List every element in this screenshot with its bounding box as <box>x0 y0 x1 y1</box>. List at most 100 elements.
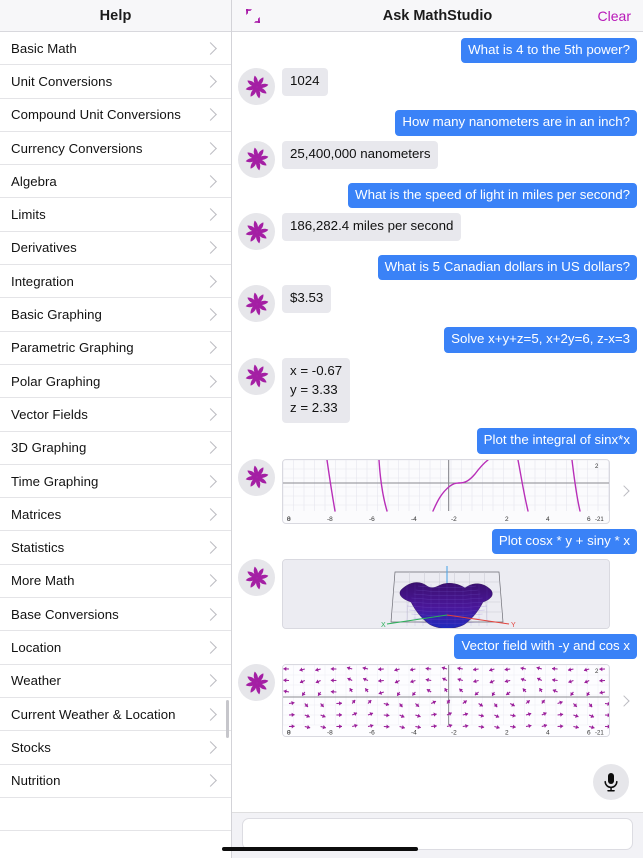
sidebar-empty-row <box>0 797 231 832</box>
bot-message-bubble[interactable]: 186,282.4 miles per second <box>282 213 462 241</box>
sidebar-item-more-math[interactable]: More Math <box>0 564 231 599</box>
svg-text:2: 2 <box>505 516 509 523</box>
sidebar-item-label: Limits <box>11 207 46 223</box>
expand-collapse-diagonal-icon[interactable] <box>244 6 266 26</box>
user-message-bubble[interactable]: What is 5 Canadian dollars in US dollars… <box>377 255 637 281</box>
surface-plot-card[interactable]: XY <box>282 559 610 630</box>
mathstudio-avatar-icon <box>238 357 275 395</box>
svg-text:-8: -8 <box>327 516 333 523</box>
mathstudio-avatar-icon <box>238 285 275 323</box>
sidebar-item-weather[interactable]: Weather <box>0 664 231 698</box>
user-message-bubble[interactable]: Plot cosx * y + siny * x <box>491 528 637 555</box>
sidebar-item-label: Algebra <box>11 173 57 189</box>
sidebar-item-label: Unit Conversions <box>11 73 113 89</box>
chevron-right-icon <box>204 574 217 588</box>
sidebar-item-vector-fields[interactable]: Vector Fields <box>0 398 231 432</box>
chevron-right-icon <box>204 541 217 554</box>
sidebar-item-label: Statistics <box>11 540 65 556</box>
sidebar-item-compound-unit-conversions[interactable]: Compound Unit Conversions <box>0 98 231 132</box>
sidebar-item-matrices[interactable]: Matrices <box>0 498 231 532</box>
sidebar-item-label: Weather <box>11 673 61 689</box>
chevron-right-icon <box>204 75 217 88</box>
mathstudio-avatar-icon <box>238 458 275 496</box>
sidebar-item-nutrition[interactable]: Nutrition <box>0 764 231 798</box>
integral-plot-card[interactable]: 0 -8 -6 -4 -2 2 4 6 8 2 -21 <box>282 458 610 524</box>
sidebar-list: Basic Math Unit Conversions Compound Unit … <box>0 32 231 858</box>
bot-message-row: XY <box>238 559 639 630</box>
svg-text:Y: Y <box>511 622 516 629</box>
sidebar-item-limits[interactable]: Limits <box>0 198 231 232</box>
sidebar-item-label: Location <box>11 639 62 655</box>
user-message-row: Plot cosx * y + siny * x <box>238 528 639 555</box>
bot-message-row: 1024 <box>238 68 639 106</box>
sidebar-item-3d-graphing[interactable]: 3D Graphing <box>0 431 231 465</box>
sidebar-header: Help <box>0 0 231 32</box>
sidebar-item-currency-conversions[interactable]: Currency Conversions <box>0 131 231 166</box>
sidebar-scrollbar[interactable] <box>226 700 229 738</box>
sidebar-item-label: Polar Graphing <box>11 373 101 389</box>
svg-text:6: 6 <box>587 516 591 523</box>
sidebar-item-label: Integration <box>11 273 74 289</box>
svg-text:-6: -6 <box>369 730 375 737</box>
chevron-right-icon <box>204 374 217 388</box>
user-message-row: Plot the integral of sinx*x <box>238 428 639 454</box>
plot-result: XY <box>282 559 639 630</box>
chevron-right-icon[interactable] <box>618 485 630 497</box>
sidebar-item-stocks[interactable]: Stocks <box>0 731 231 765</box>
bot-message-bubble[interactable]: 1024 <box>282 68 328 97</box>
sidebar-item-label: Matrices <box>11 506 62 522</box>
sidebar-item-current-weather-location[interactable]: Current Weather & Location <box>0 697 231 732</box>
chevron-right-icon <box>204 507 217 521</box>
chevron-right-icon[interactable] <box>618 695 630 707</box>
bot-message-row: 186,282.4 miles per second <box>238 213 639 251</box>
vector-field-plot-card[interactable]: 0 -8 -6 -4 -2 2 4 6 8 2 -21 <box>282 664 610 738</box>
svg-text:-2: -2 <box>451 730 457 737</box>
bot-message-bubble[interactable]: 25,400,000 nanometers <box>282 140 439 169</box>
sidebar-item-base-conversions[interactable]: Base Conversions <box>0 598 231 632</box>
user-message-bubble[interactable]: What is the speed of light in miles per … <box>348 182 637 209</box>
plot-result: 0 -8 -6 -4 -2 2 4 6 8 2 -21 <box>282 458 639 524</box>
chevron-right-icon <box>204 174 217 188</box>
sidebar-empty-row <box>0 831 231 858</box>
user-message-bubble[interactable]: Plot the integral of sinx*x <box>476 428 637 454</box>
mathstudio-avatar-icon <box>238 140 275 178</box>
bot-message-bubble[interactable]: $3.53 <box>282 285 332 314</box>
message-list: What is 4 to the 5th power? 1024 How many … <box>232 32 643 812</box>
composer-bar <box>232 812 643 858</box>
chevron-right-icon <box>204 308 217 321</box>
sidebar-item-statistics[interactable]: Statistics <box>0 531 231 565</box>
plot-result: 0 -8 -6 -4 -2 2 4 6 8 2 -21 <box>282 664 639 738</box>
sidebar-item-polar-graphing[interactable]: Polar Graphing <box>0 364 231 399</box>
user-message-bubble[interactable]: How many nanometers are in an inch? <box>395 110 637 136</box>
svg-text:8: 8 <box>287 730 291 737</box>
microphone-icon[interactable] <box>593 764 629 800</box>
sidebar-item-unit-conversions[interactable]: Unit Conversions <box>0 65 231 99</box>
sidebar-item-basic-math[interactable]: Basic Math <box>0 32 231 66</box>
bot-message-bubble[interactable]: x = -0.67 y = 3.33 z = 2.33 <box>282 357 351 424</box>
chevron-right-icon <box>204 341 217 355</box>
clear-button[interactable]: Clear <box>598 8 631 24</box>
svg-text:6: 6 <box>587 730 591 737</box>
user-message-bubble[interactable]: Vector field with -y and cos x <box>454 634 637 660</box>
sidebar-item-derivatives[interactable]: Derivatives <box>0 231 231 266</box>
bot-message-row: x = -0.67 y = 3.33 z = 2.33 <box>238 357 639 424</box>
chevron-right-icon <box>204 707 217 721</box>
chevron-right-icon <box>204 441 217 455</box>
user-message-bubble[interactable]: Solve x+y+z=5, x+2y=6, z-x=3 <box>444 327 637 353</box>
message-input[interactable] <box>242 817 633 850</box>
sidebar-item-algebra[interactable]: Algebra <box>0 165 231 199</box>
sidebar-item-label: Parametric Graphing <box>11 340 134 356</box>
sidebar-item-integration[interactable]: Integration <box>0 265 231 299</box>
sidebar-item-label: Compound Unit Conversions <box>11 107 181 123</box>
sidebar-item-parametric-graphing[interactable]: Parametric Graphing <box>0 331 231 365</box>
sidebar-item-label: Basic Math <box>11 40 77 56</box>
svg-text:-2: -2 <box>451 516 457 523</box>
svg-text:4: 4 <box>546 516 550 523</box>
sidebar-item-time-graphing[interactable]: Time Graphing <box>0 464 231 499</box>
user-message-bubble[interactable]: What is 4 to the 5th power? <box>461 38 637 64</box>
svg-text:-4: -4 <box>411 516 417 523</box>
sidebar-item-location[interactable]: Location <box>0 631 231 665</box>
sidebar-item-label: Time Graphing <box>11 473 99 489</box>
mathstudio-avatar-icon <box>238 213 275 251</box>
sidebar-item-basic-graphing[interactable]: Basic Graphing <box>0 298 231 332</box>
